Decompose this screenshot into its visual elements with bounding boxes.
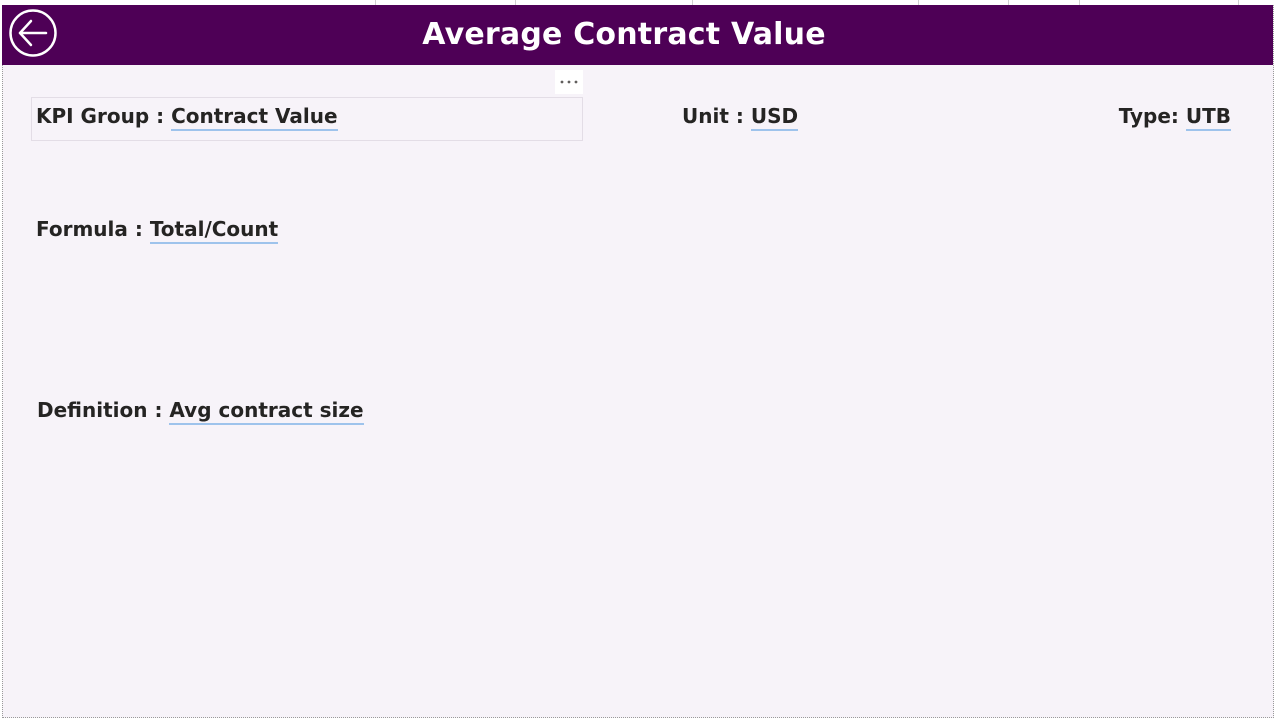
unit-field: Unit : USD <box>682 104 799 131</box>
ellipsis-icon <box>560 80 578 84</box>
definition-field: Definition : Avg contract size <box>37 398 364 425</box>
kpi-group-label: KPI Group : <box>36 104 172 128</box>
formula-field: Formula : Total/Count <box>36 217 279 244</box>
type-field: Type: UTB <box>1118 104 1231 131</box>
kpi-group-field: KPI Group : Contract Value <box>36 104 338 131</box>
formula-label: Formula : <box>36 217 150 241</box>
type-label: Type: <box>1118 104 1186 128</box>
definition-value: Avg contract size <box>169 398 364 425</box>
unit-label: Unit : <box>682 104 751 128</box>
more-options-button[interactable] <box>555 70 583 94</box>
type-value: UTB <box>1185 104 1231 131</box>
formula-value: Total/Count <box>149 217 279 244</box>
unit-value: USD <box>750 104 799 131</box>
report-canvas: Average Contract Value KPI Group : Contr… <box>0 0 1280 720</box>
kpi-group-value: Contract Value <box>171 104 338 131</box>
definition-label: Definition : <box>37 398 170 422</box>
page-title: Average Contract Value <box>422 17 826 52</box>
